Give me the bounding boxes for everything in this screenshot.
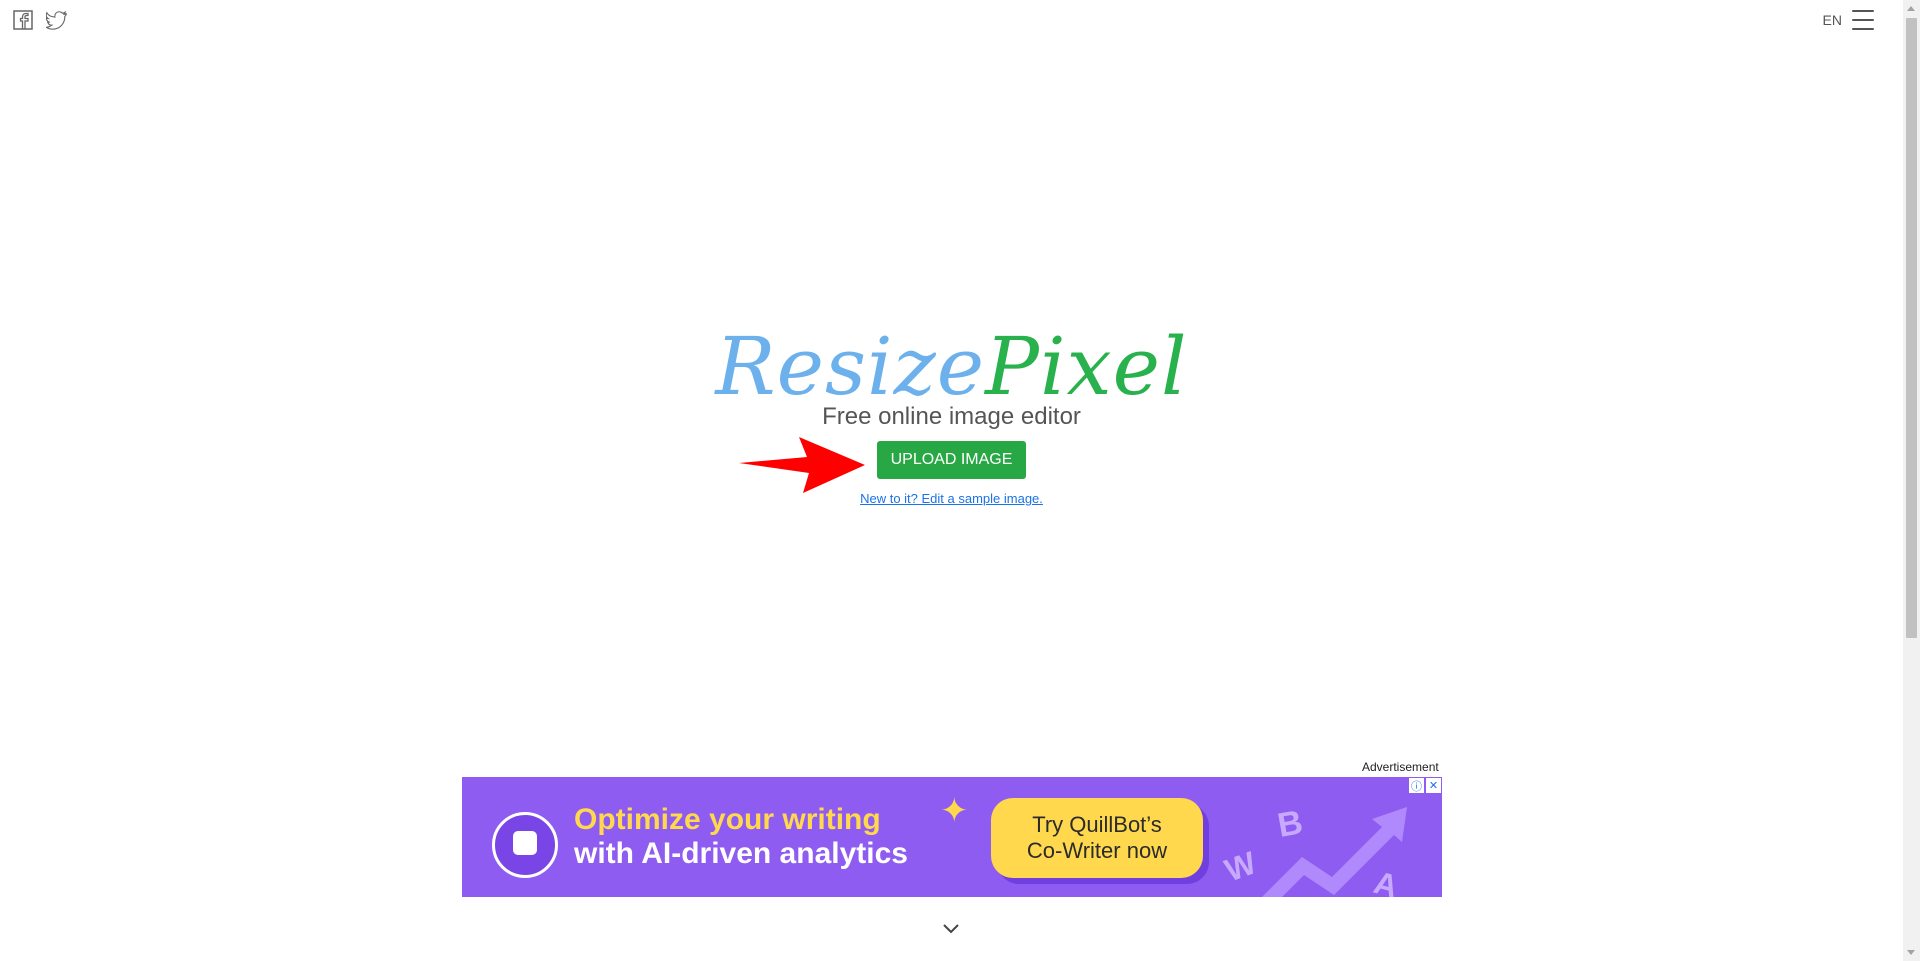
ad-deco-letter-w: W <box>1222 844 1262 888</box>
ad-cta-line2: Co-Writer now <box>1026 838 1168 863</box>
sparkle-icon: ✦ <box>940 792 969 830</box>
ad-headline-line1: Optimize your writing <box>574 803 881 836</box>
ad-cta-line1: Try QuillBot’s <box>1032 812 1162 837</box>
language-selector[interactable]: EN <box>1823 12 1842 28</box>
ad-headline-line2: with AI-driven analytics <box>574 837 908 870</box>
ad-cta-button[interactable]: Try QuillBot’s Co-Writer now <box>991 798 1203 878</box>
quillbot-logo-icon <box>492 812 558 878</box>
logo-pixel-text: Pixel <box>985 320 1188 413</box>
ad-deco-letter-a: A <box>1370 864 1402 897</box>
scrollbar[interactable] <box>1903 0 1920 961</box>
sample-image-link[interactable]: New to it? Edit a sample image. <box>0 491 1903 506</box>
upload-wrapper: UPLOAD IMAGE <box>738 437 1027 493</box>
scroll-up-arrow-icon[interactable] <box>1907 6 1915 11</box>
scroll-down-arrow-icon[interactable] <box>1907 950 1915 955</box>
scroll-thumb[interactable] <box>1906 18 1917 638</box>
twitter-icon[interactable] <box>46 9 68 31</box>
advertisement-banner[interactable]: ⓘ ✕ Optimize your writing with AI-driven… <box>462 777 1442 897</box>
social-links <box>12 9 68 31</box>
logo: ResizePixel <box>0 325 1903 409</box>
advertisement-label: Advertisement <box>1362 760 1439 774</box>
ad-headline: Optimize your writing with AI-driven ana… <box>574 803 908 871</box>
facebook-icon[interactable] <box>12 9 34 31</box>
logo-resize-text: Resize <box>715 320 986 413</box>
ad-growth-graphic: W B A <box>1222 803 1407 897</box>
upload-image-button[interactable]: UPLOAD IMAGE <box>876 441 1027 479</box>
hero-section: ResizePixel Free online image editor UPL… <box>0 325 1903 507</box>
tagline: Free online image editor <box>822 403 1081 430</box>
chevron-down-icon[interactable] <box>940 920 962 936</box>
menu-icon[interactable] <box>1852 10 1874 30</box>
header-controls: EN <box>1823 10 1874 30</box>
red-arrow-icon <box>738 437 865 493</box>
ad-deco-letter-b: B <box>1275 803 1306 845</box>
